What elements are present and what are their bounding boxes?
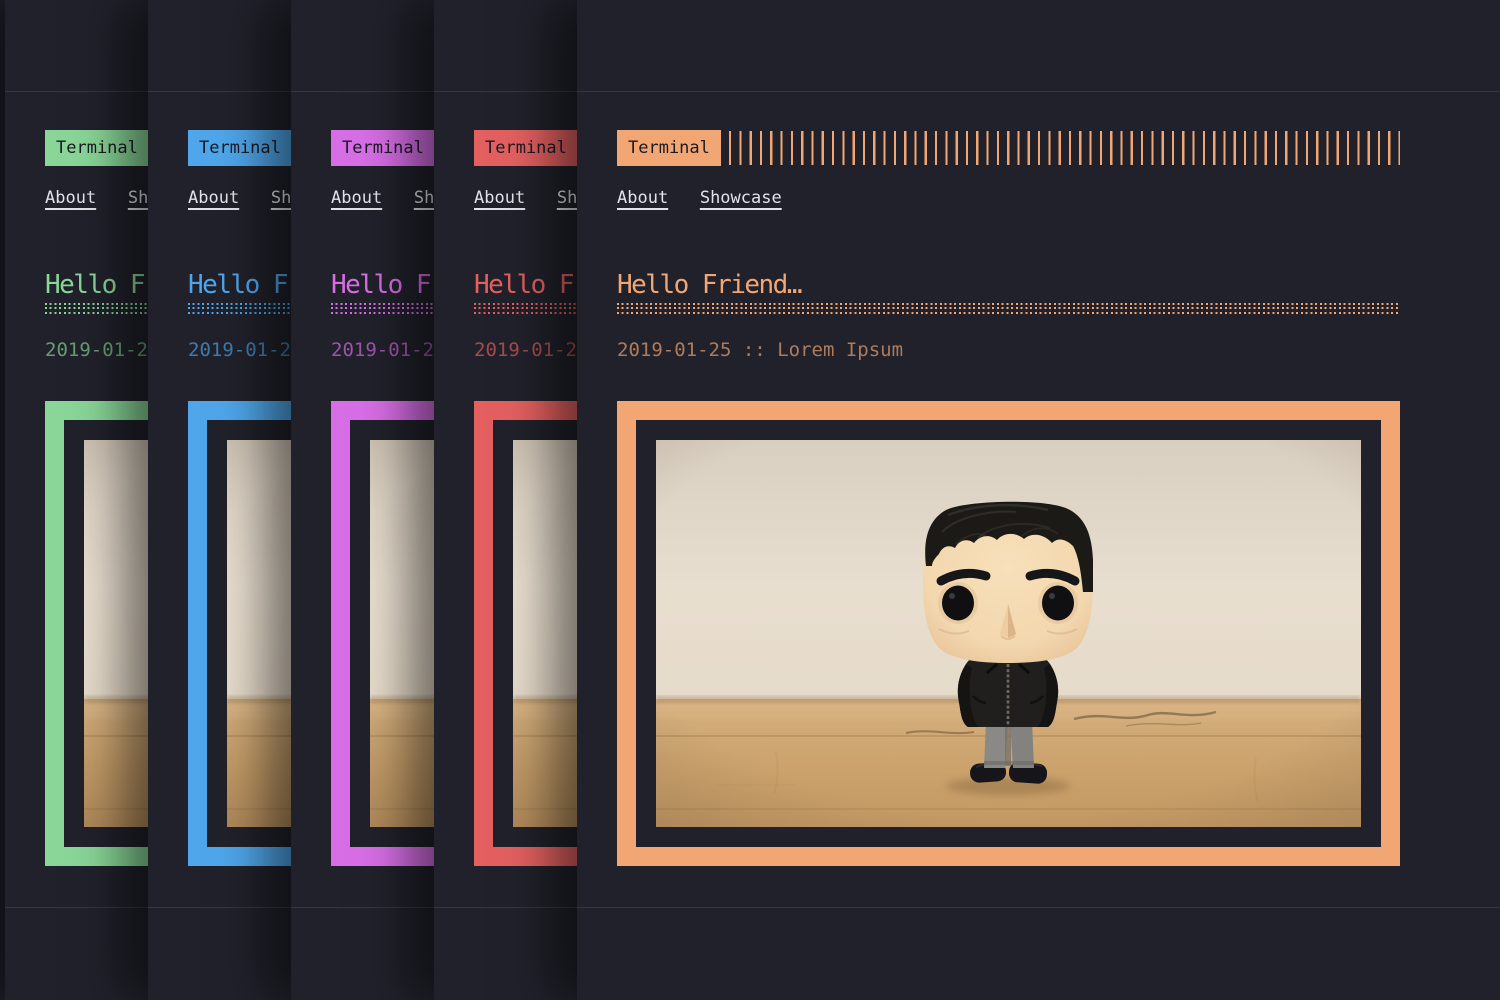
site-logo[interactable]: Terminal (331, 130, 435, 166)
site-logo[interactable]: Terminal (617, 130, 721, 166)
dotted-divider (617, 303, 1400, 314)
post-date: 2019-01-25 (331, 339, 445, 361)
theme-panel-orange: Terminal About Showcase Hello Friend… 20… (577, 0, 1500, 1000)
meta-separator: :: (743, 339, 766, 361)
menu-link-about[interactable]: About (188, 188, 239, 208)
site-menu: About Showcase (617, 186, 804, 210)
menu-link-about[interactable]: About (617, 188, 668, 208)
post-date: 2019-01-25 (474, 339, 588, 361)
post-meta: 2019-01-25 :: Lorem Ipsum (617, 337, 903, 363)
photo-vignette (656, 440, 1361, 827)
post-category: Lorem Ipsum (777, 339, 903, 361)
menu-link-about[interactable]: About (45, 188, 96, 208)
site-logo[interactable]: Terminal (188, 130, 292, 166)
decorative-bars (729, 131, 1400, 165)
menu-link-about[interactable]: About (331, 188, 382, 208)
featured-image-frame (617, 401, 1400, 866)
site-logo[interactable]: Terminal (45, 130, 149, 166)
featured-photo (656, 440, 1361, 827)
post-title: Hello Friend… (617, 268, 801, 302)
menu-link-showcase[interactable]: Showcase (700, 188, 782, 208)
post-date: 2019-01-25 (617, 339, 731, 361)
menu-link-about[interactable]: About (474, 188, 525, 208)
site-logo[interactable]: Terminal (474, 130, 578, 166)
logo-row: Terminal (617, 130, 1400, 166)
post-date: 2019-01-25 (188, 339, 302, 361)
stage: Terminal About Showcase Hello Friend… 20… (0, 0, 1500, 1000)
post-date: 2019-01-25 (45, 339, 159, 361)
